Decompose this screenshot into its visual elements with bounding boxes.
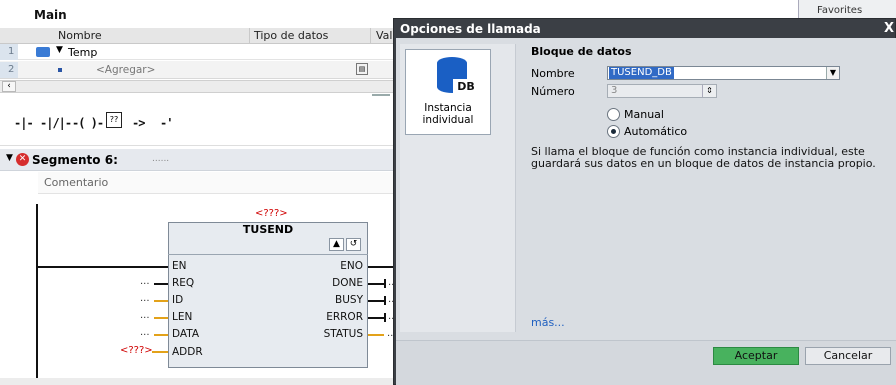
pin-len: LEN bbox=[172, 311, 193, 323]
row-number: 1 bbox=[0, 44, 18, 60]
column-divider bbox=[249, 28, 250, 44]
function-block-name: TUSEND bbox=[242, 223, 294, 236]
busy-terminal bbox=[384, 296, 386, 305]
pin-done: DONE bbox=[332, 277, 363, 289]
collapse-chevron-icon[interactable]: ▼ bbox=[6, 153, 13, 163]
pin-busy: BUSY bbox=[335, 294, 363, 306]
block-title: Main bbox=[34, 8, 67, 22]
bullet-icon bbox=[58, 68, 62, 72]
id-wire bbox=[154, 300, 168, 302]
close-icon[interactable]: X bbox=[884, 21, 894, 36]
expand-chevron-icon[interactable]: ▼ bbox=[56, 45, 63, 55]
normally-open-contact-icon[interactable]: -|- bbox=[14, 116, 34, 130]
temp-section-icon bbox=[36, 47, 50, 57]
number-spinner-icon: ⇕ bbox=[702, 85, 716, 97]
add-row-placeholder[interactable]: <Agregar> bbox=[96, 64, 155, 76]
number-label: Número bbox=[531, 85, 575, 98]
empty-box-icon[interactable]: ?? bbox=[106, 112, 122, 128]
error-wire bbox=[368, 317, 384, 319]
more-link[interactable]: más... bbox=[531, 316, 565, 329]
error-terminal bbox=[384, 313, 386, 322]
normally-closed-contact-icon[interactable]: -|/|- bbox=[40, 116, 72, 130]
radio-manual[interactable] bbox=[607, 108, 620, 121]
pin-id: ID bbox=[172, 294, 184, 306]
pin-error: ERROR bbox=[326, 311, 363, 323]
power-rail bbox=[36, 204, 38, 382]
en-wire bbox=[38, 266, 168, 268]
horizontal-scrollbar[interactable] bbox=[0, 80, 400, 93]
list-picker-icon[interactable]: ▤ bbox=[356, 63, 368, 75]
req-operand[interactable]: ... bbox=[140, 276, 150, 287]
id-operand[interactable]: ... bbox=[140, 293, 150, 304]
dialog-title: Opciones de llamada bbox=[400, 22, 541, 36]
info-text: Si llama el bloque de función como insta… bbox=[531, 145, 876, 170]
len-wire bbox=[154, 317, 168, 319]
name-value[interactable]: TUSEND_DB bbox=[609, 67, 674, 79]
radio-manual-label[interactable]: Manual bbox=[624, 108, 664, 121]
open-branch-icon[interactable]: -> bbox=[132, 116, 145, 130]
data-wire bbox=[154, 334, 168, 336]
block-type-icon[interactable]: ▲ bbox=[329, 238, 344, 251]
row-name: Temp bbox=[68, 46, 98, 59]
network-title-placeholder[interactable]: ...... bbox=[152, 154, 169, 164]
accept-button[interactable]: Aceptar bbox=[713, 347, 799, 365]
tile-label-line2: individual bbox=[422, 114, 474, 126]
pin-eno: ENO bbox=[340, 260, 363, 272]
tile-label-line1: Instancia bbox=[424, 102, 472, 114]
pin-en: EN bbox=[172, 260, 187, 272]
addr-wire bbox=[152, 351, 168, 353]
block-divider bbox=[168, 254, 368, 255]
error-icon: ✕ bbox=[16, 153, 29, 166]
row-number: 2 bbox=[0, 62, 18, 78]
db-badge: DB bbox=[453, 79, 479, 95]
pin-data: DATA bbox=[172, 328, 200, 340]
req-wire bbox=[154, 283, 168, 285]
done-wire bbox=[368, 283, 384, 285]
editor-bottom-bar bbox=[0, 378, 400, 385]
name-label: Nombre bbox=[531, 67, 575, 80]
eno-wire bbox=[368, 266, 393, 268]
column-value[interactable]: Val bbox=[376, 29, 392, 42]
column-name[interactable]: Nombre bbox=[58, 29, 102, 42]
status-wire bbox=[368, 334, 384, 336]
block-options-icon[interactable]: ↺ bbox=[346, 238, 361, 251]
network-comment[interactable]: Comentario bbox=[38, 172, 400, 194]
radio-automatic-label[interactable]: Automático bbox=[624, 125, 687, 138]
scroll-left-icon[interactable]: ‹ bbox=[2, 81, 16, 92]
column-divider bbox=[370, 28, 371, 44]
chevron-down-icon[interactable]: ▼ bbox=[826, 67, 839, 79]
column-type[interactable]: Tipo de datos bbox=[254, 29, 328, 42]
instance-name[interactable]: <???> bbox=[255, 208, 288, 219]
cancel-button[interactable]: Cancelar bbox=[805, 347, 891, 365]
addr-operand[interactable]: <???> bbox=[120, 345, 153, 356]
favorites-tab[interactable]: Favorites bbox=[798, 0, 896, 18]
len-operand[interactable]: ... bbox=[140, 310, 150, 321]
data-operand[interactable]: ... bbox=[140, 327, 150, 338]
network-title[interactable]: Segmento 6: bbox=[32, 153, 118, 167]
done-terminal bbox=[384, 279, 386, 288]
pin-status: STATUS bbox=[323, 328, 363, 340]
radio-automatic-dot bbox=[611, 129, 616, 134]
pin-addr: ADDR bbox=[172, 346, 203, 358]
data-block-section-title: Bloque de datos bbox=[531, 45, 632, 58]
close-branch-icon[interactable]: -' bbox=[160, 116, 173, 130]
pin-req: REQ bbox=[172, 277, 195, 289]
busy-wire bbox=[368, 300, 384, 302]
coil-icon[interactable]: -( )- bbox=[72, 116, 104, 130]
number-field: 3 bbox=[607, 84, 717, 98]
